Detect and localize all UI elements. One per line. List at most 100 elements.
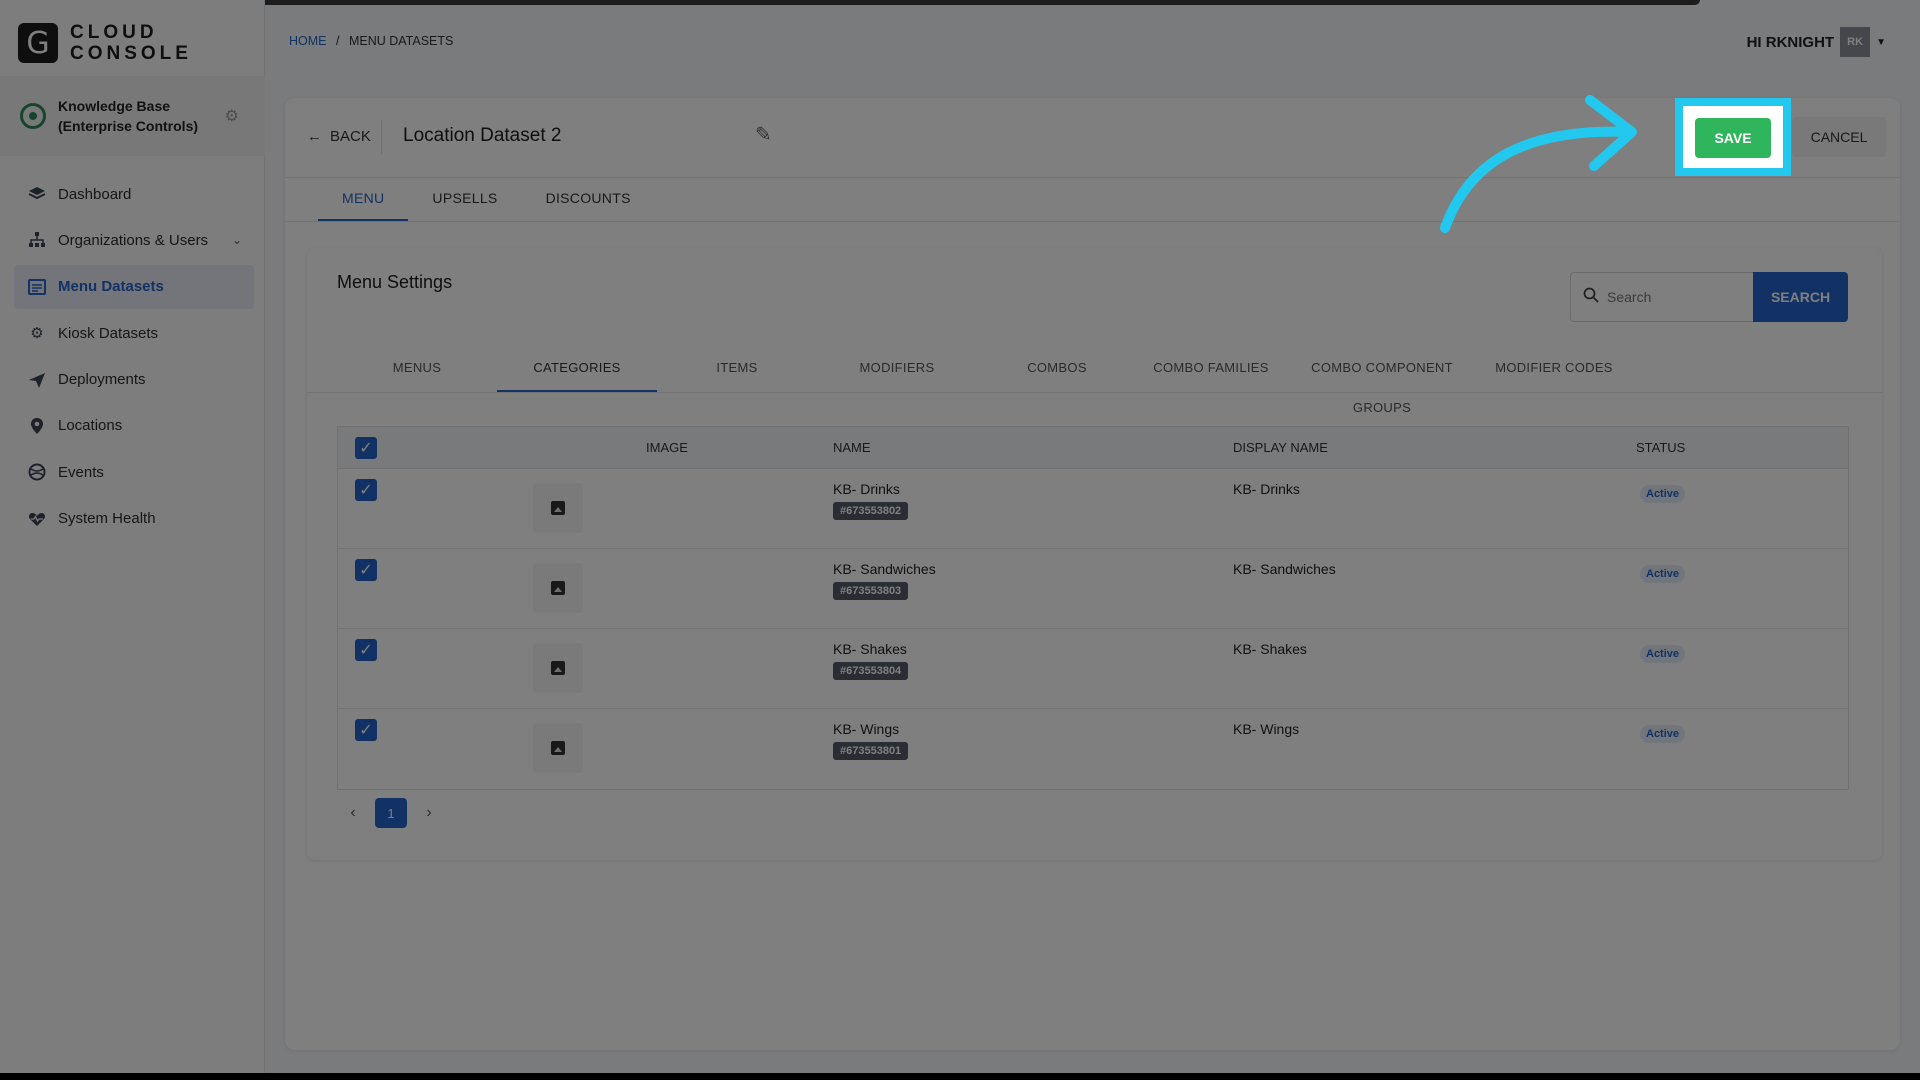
tab-modifiers[interactable]: MODIFIERS (817, 348, 977, 392)
table-row[interactable]: ✓ KB- Wings #673553801 KB- Wings Active (338, 709, 1848, 789)
row-checkbox[interactable]: ✓ (355, 559, 377, 581)
tab-modifier-codes[interactable]: MODIFIER CODES (1479, 348, 1629, 392)
pointer-arrow-icon (1440, 95, 1637, 233)
tab-combos[interactable]: COMBOS (977, 348, 1137, 392)
row-display-name: KB- Drinks (1233, 481, 1300, 497)
row-name: KB- Drinks (833, 481, 900, 497)
tab-menus[interactable]: MENUS (337, 348, 497, 392)
row-name: KB- Shakes (833, 641, 907, 657)
tab-upsells[interactable]: UPSELLS (408, 178, 521, 222)
logo-line-1: CLOUD (70, 22, 158, 43)
breadcrumb-home[interactable]: HOME (289, 34, 327, 48)
caret-down-icon: ▼ (1876, 36, 1886, 48)
chevron-down-icon[interactable]: ⌄ (232, 233, 242, 247)
sidebar-item-kiosk-datasets[interactable]: ⚙ Kiosk Datasets (14, 311, 254, 355)
status-badge: Active (1640, 725, 1686, 743)
breadcrumb: HOME / MENU DATASETS (289, 34, 453, 48)
sidebar-item-label: Organizations & Users (58, 231, 209, 249)
sidebar-item-organizations-users[interactable]: Organizations & Users ⌄ (14, 218, 254, 262)
layers-icon (28, 185, 46, 203)
top-header: HOME / MENU DATASETS HI RKNIGHT RK ▼ (265, 5, 1920, 77)
sidebar-item-events[interactable]: Events (14, 450, 254, 494)
image-placeholder-icon (533, 563, 583, 613)
table-row[interactable]: ✓ KB- Shakes #673553804 KB- Shakes Activ… (338, 629, 1848, 709)
row-display-name: KB- Wings (1233, 721, 1300, 737)
tab-combo-component-groups[interactable]: COMBO COMPONENT GROUPS (1285, 348, 1479, 415)
save-highlight-box: SAVE (1675, 98, 1791, 176)
sidebar-item-label: Deployments (58, 371, 146, 389)
select-all-checkbox[interactable]: ✓ (355, 437, 377, 459)
sidebar: G CLOUD CONSOLE Knowledge Base (Enterpri… (0, 0, 265, 1080)
header-display-name[interactable]: DISPLAY NAME (1233, 440, 1328, 455)
row-checkbox[interactable]: ✓ (355, 479, 377, 501)
sidebar-item-label: Dashboard (58, 185, 132, 203)
gear-icon: ⚙ (30, 325, 44, 343)
tab-combo-families[interactable]: COMBO FAMILIES (1137, 348, 1285, 392)
row-checkbox[interactable]: ✓ (355, 719, 377, 741)
image-placeholder-icon (533, 723, 583, 773)
row-id-chip: #673553801 (833, 742, 909, 760)
search-button[interactable]: SEARCH (1753, 272, 1848, 322)
status-badge: Active (1640, 565, 1686, 583)
sidebar-item-label: Kiosk Datasets (58, 324, 159, 342)
sub-tabs-divider (307, 392, 1882, 393)
org-settings-icon[interactable]: ⚙ (225, 106, 239, 126)
org-name: Knowledge Base (Enterprise Controls) (58, 98, 199, 134)
dataset-title: Location Dataset 2 (403, 125, 562, 146)
user-menu[interactable]: HI RKNIGHT RK ▼ (1747, 27, 1886, 57)
table-row[interactable]: ✓ KB- Drinks #673553802 KB- Drinks Activ… (338, 469, 1848, 549)
user-greeting: HI RKNIGHT (1746, 33, 1835, 51)
sidebar-item-system-health[interactable]: System Health (14, 497, 254, 541)
chevron-right-icon[interactable]: › (413, 798, 445, 828)
logo-line-2: CONSOLE (70, 43, 192, 64)
sub-tabs: MENUS CATEGORIES ITEMS MODIFIERS COMBOS … (337, 348, 1629, 415)
panel-title: Menu Settings (337, 272, 453, 292)
pencil-icon[interactable]: ✎ (755, 122, 772, 147)
page-number[interactable]: 1 (375, 798, 407, 828)
back-button[interactable]: ← BACK (307, 128, 371, 145)
menu-settings-panel: Menu Settings SEARCH MENUS CATEGORIES IT… (307, 248, 1882, 860)
search-input[interactable] (1607, 289, 1747, 305)
status-badge: Active (1640, 485, 1686, 503)
sidebar-item-label: Locations (58, 417, 123, 435)
menu-dataset-icon (28, 278, 46, 296)
search-field[interactable] (1570, 272, 1755, 322)
location-target-icon (20, 103, 46, 129)
row-name: KB- Sandwiches (833, 561, 936, 577)
main-tabs: MENU UPSELLS DISCOUNTS (318, 178, 655, 222)
back-label: BACK (330, 128, 371, 145)
sidebar-item-dashboard[interactable]: Dashboard (14, 172, 254, 216)
dataset-toolbar: ← BACK Location Dataset 2 ✎ CANCEL (285, 98, 1900, 178)
chevron-left-icon[interactable]: ‹ (337, 798, 369, 828)
logo-mark: G (18, 23, 58, 63)
sidebar-item-menu-datasets[interactable]: Menu Datasets (14, 264, 254, 309)
image-placeholder-icon (533, 483, 583, 533)
row-display-name: KB- Shakes (1233, 641, 1307, 657)
sidebar-item-label: System Health (58, 510, 156, 528)
sidebar-item-locations[interactable]: Locations (14, 404, 254, 448)
heart-pulse-icon (28, 510, 46, 528)
tab-items[interactable]: ITEMS (657, 348, 817, 392)
save-button[interactable]: SAVE (1695, 118, 1771, 158)
categories-table: ✓ IMAGE NAME DISPLAY NAME STATUS ✓ KB- D… (337, 426, 1849, 790)
breadcrumb-current: MENU DATASETS (348, 34, 454, 48)
header-name[interactable]: NAME (833, 440, 871, 455)
table-header: ✓ IMAGE NAME DISPLAY NAME STATUS (338, 427, 1848, 469)
logo[interactable]: G CLOUD CONSOLE (18, 22, 192, 64)
sidebar-item-deployments[interactable]: Deployments (14, 358, 254, 402)
cancel-button[interactable]: CANCEL (1792, 117, 1886, 157)
sidebar-item-label: Menu Datasets (58, 278, 164, 296)
header-status[interactable]: STATUS (1636, 440, 1685, 455)
tab-discounts[interactable]: DISCOUNTS (522, 178, 655, 222)
tab-categories[interactable]: CATEGORIES (497, 348, 657, 392)
search-icon (1583, 287, 1599, 308)
table-row[interactable]: ✓ KB- Sandwiches #673553803 KB- Sandwich… (338, 549, 1848, 629)
row-checkbox[interactable]: ✓ (355, 639, 377, 661)
row-display-name: KB- Sandwiches (1233, 561, 1336, 577)
org-switcher[interactable]: Knowledge Base (Enterprise Controls) ⚙ (0, 76, 265, 156)
logo-text: CLOUD CONSOLE (70, 22, 192, 64)
events-icon (28, 463, 46, 481)
breadcrumb-separator: / (335, 34, 340, 48)
tab-menu[interactable]: MENU (318, 178, 409, 222)
status-badge: Active (1640, 645, 1686, 663)
